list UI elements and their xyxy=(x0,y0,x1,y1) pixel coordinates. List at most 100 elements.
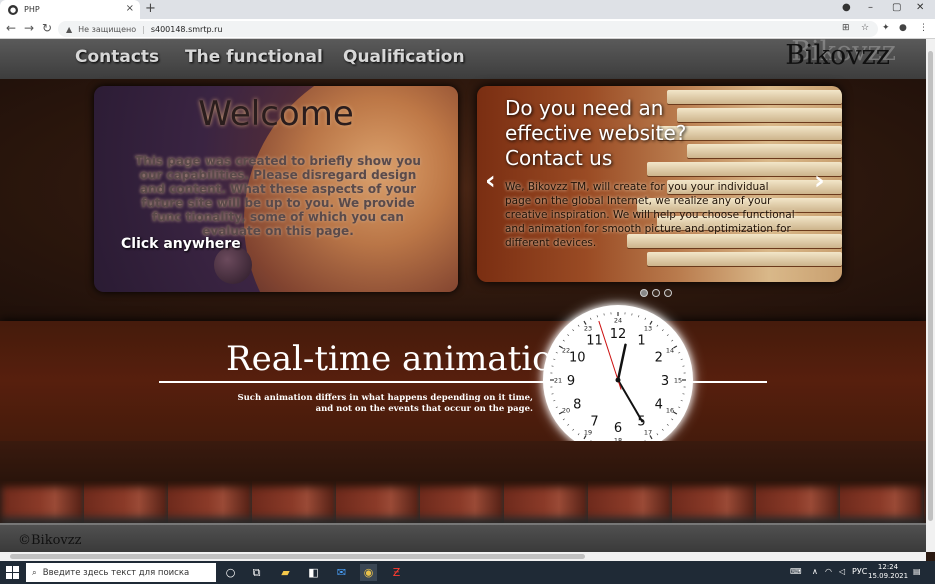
clock-hour-hand xyxy=(616,343,627,382)
taskbar-time: 12:24 xyxy=(877,563,899,571)
windows-taskbar: ⌕ Введите здесь текст для поиска ○ ⧉ ▰ ◧… xyxy=(0,561,935,584)
translate-icon[interactable]: ⊞ xyxy=(842,23,850,33)
menu-icon[interactable]: ⋮ xyxy=(919,23,928,33)
horizontal-scroll-thumb[interactable] xyxy=(10,554,585,559)
wifi-icon[interactable]: ◠ xyxy=(825,567,832,576)
site-logo[interactable]: Bikovzz xyxy=(785,40,890,71)
clock-tick xyxy=(577,324,580,327)
welcome-card[interactable]: Welcome This page was created to briefly… xyxy=(94,86,458,292)
clock-tick xyxy=(666,334,669,337)
language-indicator[interactable]: РУС xyxy=(852,567,867,576)
new-tab-button[interactable]: + xyxy=(145,1,156,16)
close-tab-icon[interactable]: × xyxy=(126,3,134,14)
analog-clock: 123456789101112131415161718192021222324 xyxy=(543,305,693,455)
nav-functional[interactable]: The functional xyxy=(185,47,323,67)
filezilla-icon[interactable]: Ƶ xyxy=(388,564,405,581)
taskbar-clock[interactable]: 12:24 15.09.2021 xyxy=(868,563,908,581)
security-label: Не защищено xyxy=(78,24,137,34)
slider-dot-1[interactable] xyxy=(640,289,648,297)
nav-qualification[interactable]: Qualification xyxy=(343,47,465,67)
cortana-icon[interactable]: ○ xyxy=(222,564,239,581)
slider-text: We, Bikovzz TM, will create for you your… xyxy=(505,181,795,249)
slider-dot-2[interactable] xyxy=(652,289,660,297)
clock-face: 123456789101112131415161718192021222324 xyxy=(550,312,686,448)
avatar[interactable]: ● xyxy=(899,23,907,33)
clock-tick xyxy=(666,423,669,426)
windows-start-icon[interactable] xyxy=(6,566,19,579)
maximize-icon[interactable]: ▢ xyxy=(892,2,901,13)
book-image xyxy=(647,252,842,266)
clock-tick xyxy=(562,339,565,342)
address-bar: ← → ↻ ▲ Не защищено | s400148.smrtp.ru ⊞… xyxy=(0,19,935,39)
clock-tick xyxy=(562,418,565,421)
clock-tick xyxy=(555,352,558,354)
clock-tick xyxy=(656,324,659,327)
clock-hour-number: 3 xyxy=(661,374,669,389)
tray-chevron-icon[interactable]: ∧ xyxy=(812,567,818,576)
back-icon[interactable]: ← xyxy=(6,21,16,35)
search-icon: ⌕ xyxy=(32,567,37,578)
volume-icon[interactable]: ◁ xyxy=(839,567,845,576)
clock-tick xyxy=(553,358,556,360)
slider-prev-icon[interactable]: ‹ xyxy=(485,166,496,196)
clock-tick xyxy=(671,418,674,421)
clock-tick xyxy=(567,334,570,337)
taskbar-search-field[interactable]: ⌕ Введите здесь текст для поиска xyxy=(26,563,216,582)
clock-hour-number: 9 xyxy=(567,374,575,389)
globe-icon: ● xyxy=(8,4,18,15)
url-field[interactable]: ▲ Не защищено | s400148.smrtp.ru xyxy=(58,21,878,37)
clock-24h-number: 22 xyxy=(562,347,570,355)
copyright-text: ©Bikovzz xyxy=(18,533,82,548)
clock-24h-number: 15 xyxy=(674,377,682,385)
notifications-icon[interactable]: ▤ xyxy=(913,567,921,576)
clock-tick xyxy=(567,423,570,426)
site-footer: ©Bikovzz xyxy=(0,523,926,552)
minimize-icon[interactable]: – xyxy=(868,2,873,13)
forward-icon[interactable]: → xyxy=(24,21,34,35)
window-close-icon[interactable]: ✕ xyxy=(916,2,924,13)
chrome-icon[interactable]: ◉ xyxy=(360,564,377,581)
taskbar-date: 15.09.2021 xyxy=(868,572,909,580)
click-anywhere-label[interactable]: Click anywhere xyxy=(121,236,241,252)
animation-title: Real-time animation xyxy=(226,339,575,379)
profile-icon[interactable]: ● xyxy=(842,2,851,13)
clock-tick xyxy=(596,315,598,318)
clock-24h-number: 19 xyxy=(584,428,592,436)
slider-card[interactable]: Do you need an effective website? Contac… xyxy=(477,86,842,282)
mail-icon[interactable]: ✉ xyxy=(333,564,350,581)
clock-24h-number: 21 xyxy=(554,377,562,385)
clock-24h-number: 20 xyxy=(562,407,570,415)
keyboard-icon[interactable]: ⌨ xyxy=(790,567,802,576)
clock-tick xyxy=(680,358,683,360)
clock-24h-number: 16 xyxy=(666,407,674,415)
clock-hour-number: 2 xyxy=(655,351,663,366)
horizontal-scrollbar[interactable] xyxy=(0,552,926,561)
reload-icon[interactable]: ↻ xyxy=(42,21,52,35)
welcome-title: Welcome xyxy=(198,94,354,134)
browser-tab-bar: ● PHP × + ● – ▢ ✕ xyxy=(0,0,935,19)
file-explorer-icon[interactable]: ▰ xyxy=(277,564,294,581)
vertical-scroll-thumb[interactable] xyxy=(928,51,933,521)
omnibox-separator: | xyxy=(142,24,145,34)
bookmark-star-icon[interactable]: ☆ xyxy=(861,23,869,33)
task-view-icon[interactable]: ⧉ xyxy=(248,564,265,581)
browser-tab[interactable]: ● PHP × xyxy=(0,0,140,19)
vertical-scrollbar[interactable] xyxy=(926,39,935,552)
brick-wall-image xyxy=(0,481,926,523)
clock-tick xyxy=(656,433,659,436)
clock-tick xyxy=(678,352,681,354)
slider-dot-3[interactable] xyxy=(664,289,672,297)
store-icon[interactable]: ◧ xyxy=(305,564,322,581)
slider-next-icon[interactable]: › xyxy=(814,166,825,196)
animation-text: Such animation differs in what happens d… xyxy=(237,393,533,414)
clock-tick xyxy=(671,339,674,342)
clock-center-pin xyxy=(615,377,621,383)
clock-tick xyxy=(590,317,592,320)
welcome-text: This page was created to briefly show yo… xyxy=(135,154,421,238)
nav-contacts[interactable]: Contacts xyxy=(75,47,159,67)
clock-tick xyxy=(577,433,580,436)
clock-hour-number: 10 xyxy=(569,351,586,366)
clock-tick xyxy=(555,406,558,408)
clock-hour-number: 1 xyxy=(637,333,645,348)
extensions-icon[interactable]: ✦ xyxy=(882,23,890,33)
